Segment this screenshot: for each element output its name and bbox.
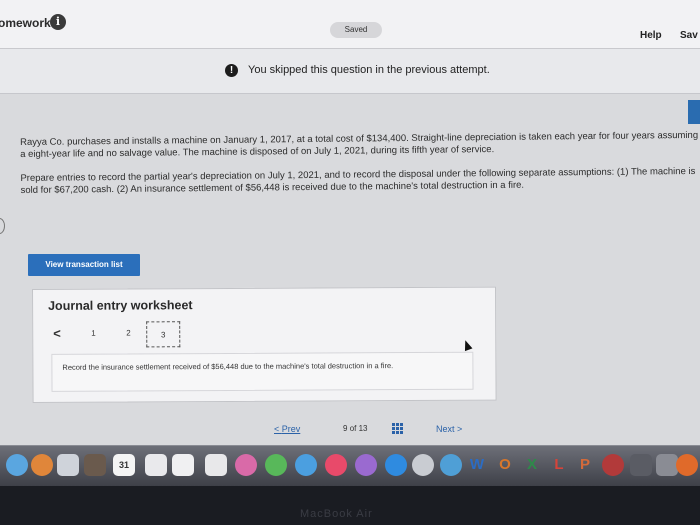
browser-icon[interactable] [31,454,53,476]
worksheet-step-3[interactable]: 3 [146,321,181,348]
worksheet-title: Journal entry worksheet [48,298,193,313]
safari-icon[interactable] [440,454,462,476]
mac-dock: 31 W O X L P [0,445,700,486]
calendar-icon[interactable]: 31 [113,454,135,476]
browser-screen: omework i Saved Help Sav ! You skipped t… [0,0,700,455]
help-button[interactable]: Help [640,30,662,41]
bezel-label: MacBook Air [300,508,373,520]
facetime-icon[interactable] [295,454,317,476]
chevron-left-icon[interactable]: < [53,326,61,341]
photos-icon[interactable] [205,454,227,476]
worksheet-instruction: Record the insurance settlement received… [62,361,394,372]
view-transaction-list-button[interactable]: View transaction list [28,254,140,276]
messages-icon[interactable] [265,454,287,476]
music-icon[interactable] [325,454,347,476]
prev-label: Prev [281,424,301,434]
itunes-icon[interactable] [235,454,257,476]
page-counter: 9 of 13 [343,424,368,433]
podcasts-icon[interactable] [355,454,377,476]
worksheet-step-1[interactable]: 1 [91,329,96,338]
notes-icon[interactable] [84,454,106,476]
alert-icon: ! [225,64,238,77]
word-icon[interactable]: W [466,454,488,476]
app-icon[interactable] [602,454,624,476]
question-paragraph-2: Prepare entries to record the partial ye… [20,165,696,196]
of-label: of [349,424,357,433]
reminders-icon[interactable] [145,454,167,476]
side-panel-tab[interactable] [688,100,700,124]
firefox-icon[interactable] [676,454,698,476]
instruction-box: Record the insurance settlement received… [51,351,474,392]
next-label: Next [436,424,455,434]
skipped-banner: ! You skipped this question in the previ… [0,49,700,94]
app-store-icon[interactable] [385,454,407,476]
contacts-icon[interactable] [172,454,194,476]
question-pagination: < Prev 9 of 13 Next > [270,422,500,440]
skipped-message: You skipped this question in the previou… [248,64,490,76]
powerpoint-icon[interactable]: P [574,454,596,476]
outlook-icon[interactable]: O [494,454,516,476]
preview-icon[interactable] [57,454,79,476]
top-bar: omework i Saved Help Sav [0,0,700,49]
current-page: 9 [343,424,348,433]
saved-status-badge: Saved [330,22,382,38]
finder-icon[interactable] [6,454,28,476]
question-paragraph-1: Rayya Co. purchases and installs a machi… [20,129,699,160]
question-text: Rayya Co. purchases and installs a machi… [20,130,700,209]
lightroom-icon[interactable]: L [548,454,570,476]
save-exit-button[interactable]: Sav [680,30,698,41]
next-button[interactable]: Next > [436,424,462,434]
worksheet-step-2[interactable]: 2 [126,328,131,337]
info-icon[interactable]: i [50,14,66,30]
settings-icon[interactable] [412,454,434,476]
journal-entry-worksheet: Journal entry worksheet < 1 2 3 Record t… [32,286,497,403]
total-pages: 13 [358,424,368,433]
finder-window-icon[interactable] [630,454,652,476]
page-edge-decoration [0,218,5,234]
grid-icon[interactable] [392,423,403,434]
downloads-icon[interactable] [656,454,678,476]
excel-icon[interactable]: X [521,454,543,476]
prev-button[interactable]: < Prev [274,424,300,434]
homework-title: omework [0,16,51,30]
